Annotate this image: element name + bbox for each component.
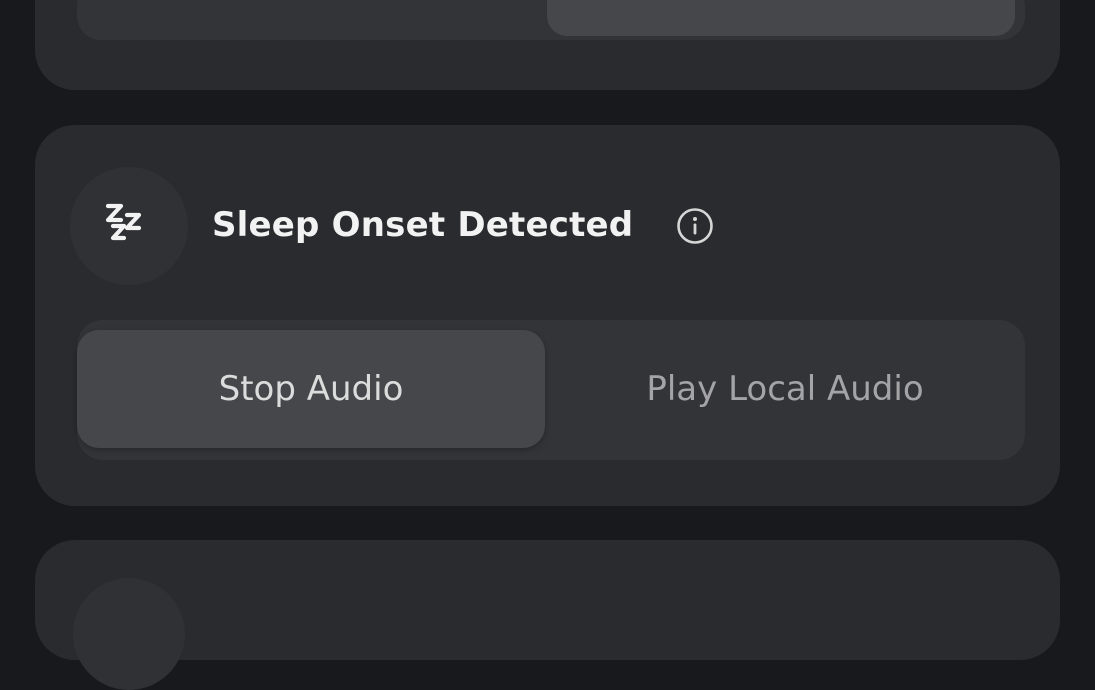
previous-segmented-control	[77, 0, 1025, 40]
play-local-audio-option[interactable]: Play Local Audio	[545, 330, 1025, 448]
audio-action-segmented-control: Stop Audio Play Local Audio	[77, 320, 1025, 460]
previous-card	[35, 0, 1060, 90]
sleep-onset-card: Sleep Onset Detected Stop Audio Play Loc…	[35, 125, 1060, 506]
info-icon[interactable]	[676, 207, 714, 245]
previous-segment-option[interactable]	[547, 0, 1015, 36]
zzz-sleep-icon	[105, 203, 142, 241]
next-card	[35, 540, 1060, 690]
sleep-icon-container	[70, 167, 188, 285]
stop-audio-option[interactable]: Stop Audio	[77, 330, 545, 448]
next-card-icon-container	[73, 578, 185, 690]
card-title: Sleep Onset Detected	[212, 205, 634, 245]
